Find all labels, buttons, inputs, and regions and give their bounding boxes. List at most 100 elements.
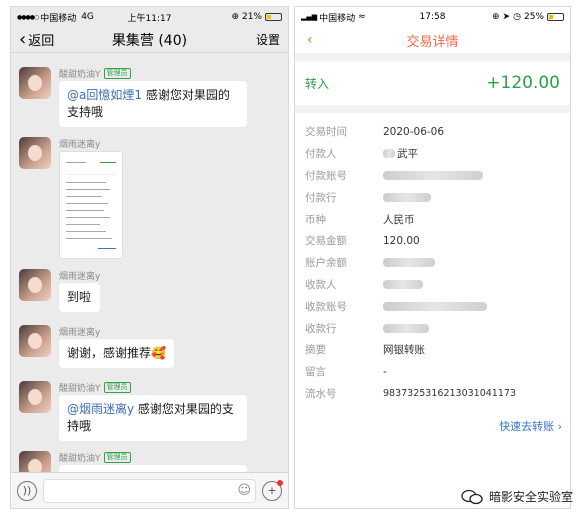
detail-row: 付款账号 — [305, 165, 560, 187]
message-text: 谢谢，感谢推荐🥰 — [67, 346, 166, 360]
message-item: 烟雨迷离y 谢谢，感谢推荐🥰 — [19, 325, 174, 368]
detail-navbar: ‹ 交易详情 — [295, 27, 570, 53]
detail-key: 账户余额 — [305, 257, 347, 270]
divider — [295, 53, 570, 61]
admin-badge: 管理员 — [103, 451, 131, 463]
avatar[interactable] — [19, 381, 51, 413]
detail-row: 摘要 网银转账 — [305, 339, 560, 361]
battery-percent: 25% — [523, 12, 544, 22]
detail-row: 交易时间 2020-06-06 — [305, 121, 560, 143]
sender-name: 烟雨迷离y — [59, 139, 101, 150]
detail-row: 币种 人民币 — [305, 208, 560, 230]
battery-percent: 21% — [241, 12, 262, 22]
redacted-block — [383, 323, 429, 333]
avatar[interactable] — [19, 67, 51, 99]
voice-icon[interactable]: )) — [17, 480, 37, 501]
redacted-block — [383, 258, 435, 268]
detail-key: 付款人 — [305, 148, 337, 161]
message-list[interactable]: 酸甜奶油Y 管理员 @a回憶如煙1 感谢您对果园的支持哦 烟雨迷离y 烟雨迷离y… — [11, 55, 288, 472]
signal-icon: ▂▄▆ — [301, 13, 318, 21]
detail-row: 收款账号 — [305, 295, 560, 317]
image-thumbnail[interactable] — [59, 151, 123, 259]
detail-key: 收款行 — [305, 322, 337, 335]
avatar[interactable] — [19, 325, 51, 357]
transfer-summary: 转入 +120.00 — [295, 61, 570, 105]
status-bar: ▂▄▆ 中国移动 ≈ 17:58 ⊕ ➤ ◷ 25% — [295, 7, 570, 27]
avatar[interactable] — [19, 451, 51, 472]
admin-badge: 管理员 — [103, 67, 131, 79]
orientation-lock-icon: ⊕ — [492, 12, 500, 22]
avatar[interactable] — [19, 269, 51, 301]
detail-key: 付款行 — [305, 191, 337, 204]
transfer-type-label: 转入 — [305, 76, 330, 91]
detail-row: 账户余额 — [305, 252, 560, 274]
carrier-label: 中国移动 — [40, 13, 77, 24]
detail-row: 留言 - — [305, 361, 560, 383]
message-item: 酸甜奶油Y 管理员 — [19, 451, 247, 472]
message-input[interactable]: ☺ — [43, 478, 256, 503]
detail-key: 付款账号 — [305, 169, 347, 182]
plus-icon[interactable]: + — [262, 479, 283, 501]
detail-key: 留言 — [305, 366, 326, 379]
detail-value: 2020-06-06 — [383, 125, 445, 138]
detail-key: 收款人 — [305, 278, 337, 291]
message-bubble[interactable]: @a回憶如煙1 感谢您对果园的支持哦 — [59, 81, 247, 127]
message-item: 酸甜奶油Y 管理员 @a回憶如煙1 感谢您对果园的支持哦 — [19, 67, 247, 127]
detail-value: 武平 — [397, 148, 418, 161]
status-bar: ●●●●○ 中国移动 4G 上午11:17 ⊕ 21% — [11, 7, 288, 27]
battery-icon — [547, 13, 564, 21]
watermark: 暗影安全实验室 — [461, 488, 573, 505]
wifi-icon: ≈ — [358, 12, 366, 22]
sender-name: 酸甜奶油Y — [59, 69, 101, 80]
quick-transfer-link[interactable]: 快速去转账 › — [295, 412, 570, 434]
network-label: 4G — [81, 12, 94, 22]
sender-name: 酸甜奶油Y — [59, 383, 101, 394]
emoji-icon[interactable]: ☺ — [237, 483, 251, 498]
detail-row: 流水号 983732531621303104117З — [305, 383, 560, 405]
back-label: 返回 — [28, 34, 55, 49]
admin-badge: 管理员 — [103, 381, 131, 393]
redacted-block — [383, 192, 431, 202]
settings-button[interactable]: 设置 — [256, 31, 280, 48]
detail-key: 币种 — [305, 213, 326, 226]
transfer-amount: +120.00 — [486, 73, 560, 93]
redacted-block — [383, 170, 483, 180]
detail-key: 交易时间 — [305, 126, 347, 139]
sender-name: 酸甜奶油Y — [59, 453, 101, 464]
mention-link[interactable]: @烟雨迷离y — [67, 402, 134, 416]
mention-link[interactable]: @a回憶如煙1 — [67, 88, 142, 102]
divider — [295, 105, 570, 113]
detail-value: 网银转账 — [383, 344, 425, 357]
message-bubble[interactable] — [59, 465, 247, 472]
redacted-block — [383, 279, 423, 289]
back-button[interactable]: ‹ 返回 — [19, 30, 54, 49]
detail-key: 收款账号 — [305, 300, 347, 313]
detail-key: 流水号 — [305, 387, 337, 400]
wechat-icon — [461, 489, 483, 504]
detail-row: 收款行 — [305, 317, 560, 339]
wechat-chat-screen: ●●●●○ 中国移动 4G 上午11:17 ⊕ 21% ‹ 返回 果集营 (40… — [10, 6, 289, 509]
page-title: 交易详情 — [406, 34, 459, 50]
message-item: 酸甜奶油Y 管理员 @烟雨迷离y 感谢您对果园的支持哦 — [19, 381, 247, 441]
back-button[interactable]: ‹ — [307, 32, 313, 48]
sender-name: 烟雨迷离y — [59, 327, 101, 338]
carrier-label: 中国移动 — [319, 13, 356, 24]
message-text: 到啦 — [67, 290, 92, 304]
chevron-left-icon: ‹ — [19, 28, 27, 50]
notification-dot — [277, 479, 283, 486]
message-bubble[interactable]: 到啦 — [59, 283, 101, 312]
orientation-lock-icon: ⊕ — [231, 12, 239, 22]
detail-value: 120.00 — [383, 234, 420, 247]
watermark-text: 暗影安全实验室 — [488, 490, 573, 504]
avatar[interactable] — [19, 137, 51, 169]
detail-list: 交易时间 2020-06-06 付款人 武平 付款账号 付款行 币种 人民币 交易金额… — [295, 113, 570, 412]
detail-value: - — [383, 365, 387, 378]
signal-icon: ●●●●○ — [17, 13, 39, 21]
detail-row: 交易金额 120.00 — [305, 230, 560, 252]
chat-navbar: ‹ 返回 果集营 (40) 设置 — [11, 27, 288, 53]
message-item: 烟雨迷离y 到啦 — [19, 269, 101, 312]
detail-row: 收款人 — [305, 274, 560, 296]
detail-row: 付款行 — [305, 186, 560, 208]
message-bubble[interactable]: 谢谢，感谢推荐🥰 — [59, 339, 174, 368]
message-bubble[interactable]: @烟雨迷离y 感谢您对果园的支持哦 — [59, 395, 247, 441]
